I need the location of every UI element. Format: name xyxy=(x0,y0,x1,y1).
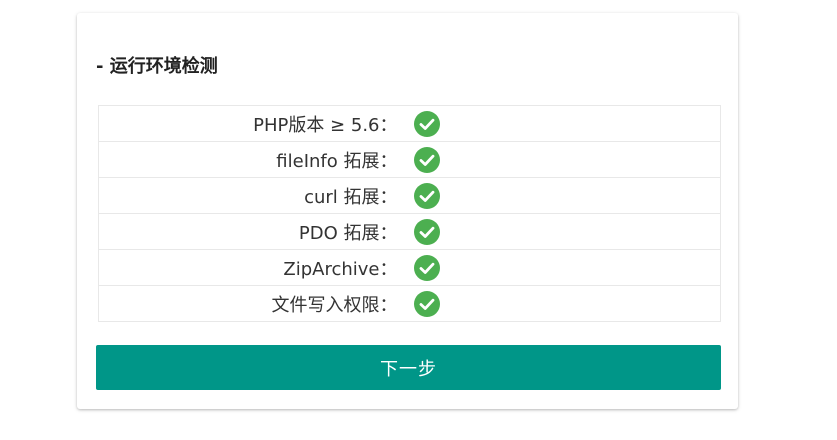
check-status xyxy=(401,213,721,250)
check-label: PDO 拓展： xyxy=(98,213,402,250)
check-label: 文件写入权限： xyxy=(98,285,402,322)
check-label: fileInfo 拓展： xyxy=(98,141,402,178)
check-row-curl: curl 拓展： xyxy=(98,177,721,214)
check-status xyxy=(401,177,721,214)
check-label: curl 拓展： xyxy=(98,177,402,214)
environment-check-card: - 运行环境检测 PHP版本 ≥ 5.6： fileInfo 拓展： curl … xyxy=(77,13,738,409)
check-row-pdo: PDO 拓展： xyxy=(98,213,721,250)
check-status xyxy=(401,285,721,322)
section-title: - 运行环境检测 xyxy=(96,56,218,77)
check-circle-icon xyxy=(413,110,440,137)
check-row-ziparchive: ZipArchive： xyxy=(98,249,721,286)
environment-check-table: PHP版本 ≥ 5.6： fileInfo 拓展： curl 拓展： PDO 拓… xyxy=(98,105,721,322)
check-status xyxy=(401,249,721,286)
check-circle-icon xyxy=(413,182,440,209)
check-status xyxy=(401,141,721,178)
check-circle-icon xyxy=(413,146,440,173)
check-label: ZipArchive： xyxy=(98,249,402,286)
check-circle-icon xyxy=(413,218,440,245)
check-label: PHP版本 ≥ 5.6： xyxy=(98,105,402,142)
check-row-file-write-permission: 文件写入权限： xyxy=(98,285,721,322)
check-circle-icon xyxy=(413,290,440,317)
next-step-button[interactable]: 下一步 xyxy=(96,345,721,390)
check-status xyxy=(401,105,721,142)
check-row-fileinfo: fileInfo 拓展： xyxy=(98,141,721,178)
check-circle-icon xyxy=(413,254,440,281)
check-row-php-version: PHP版本 ≥ 5.6： xyxy=(98,105,721,142)
